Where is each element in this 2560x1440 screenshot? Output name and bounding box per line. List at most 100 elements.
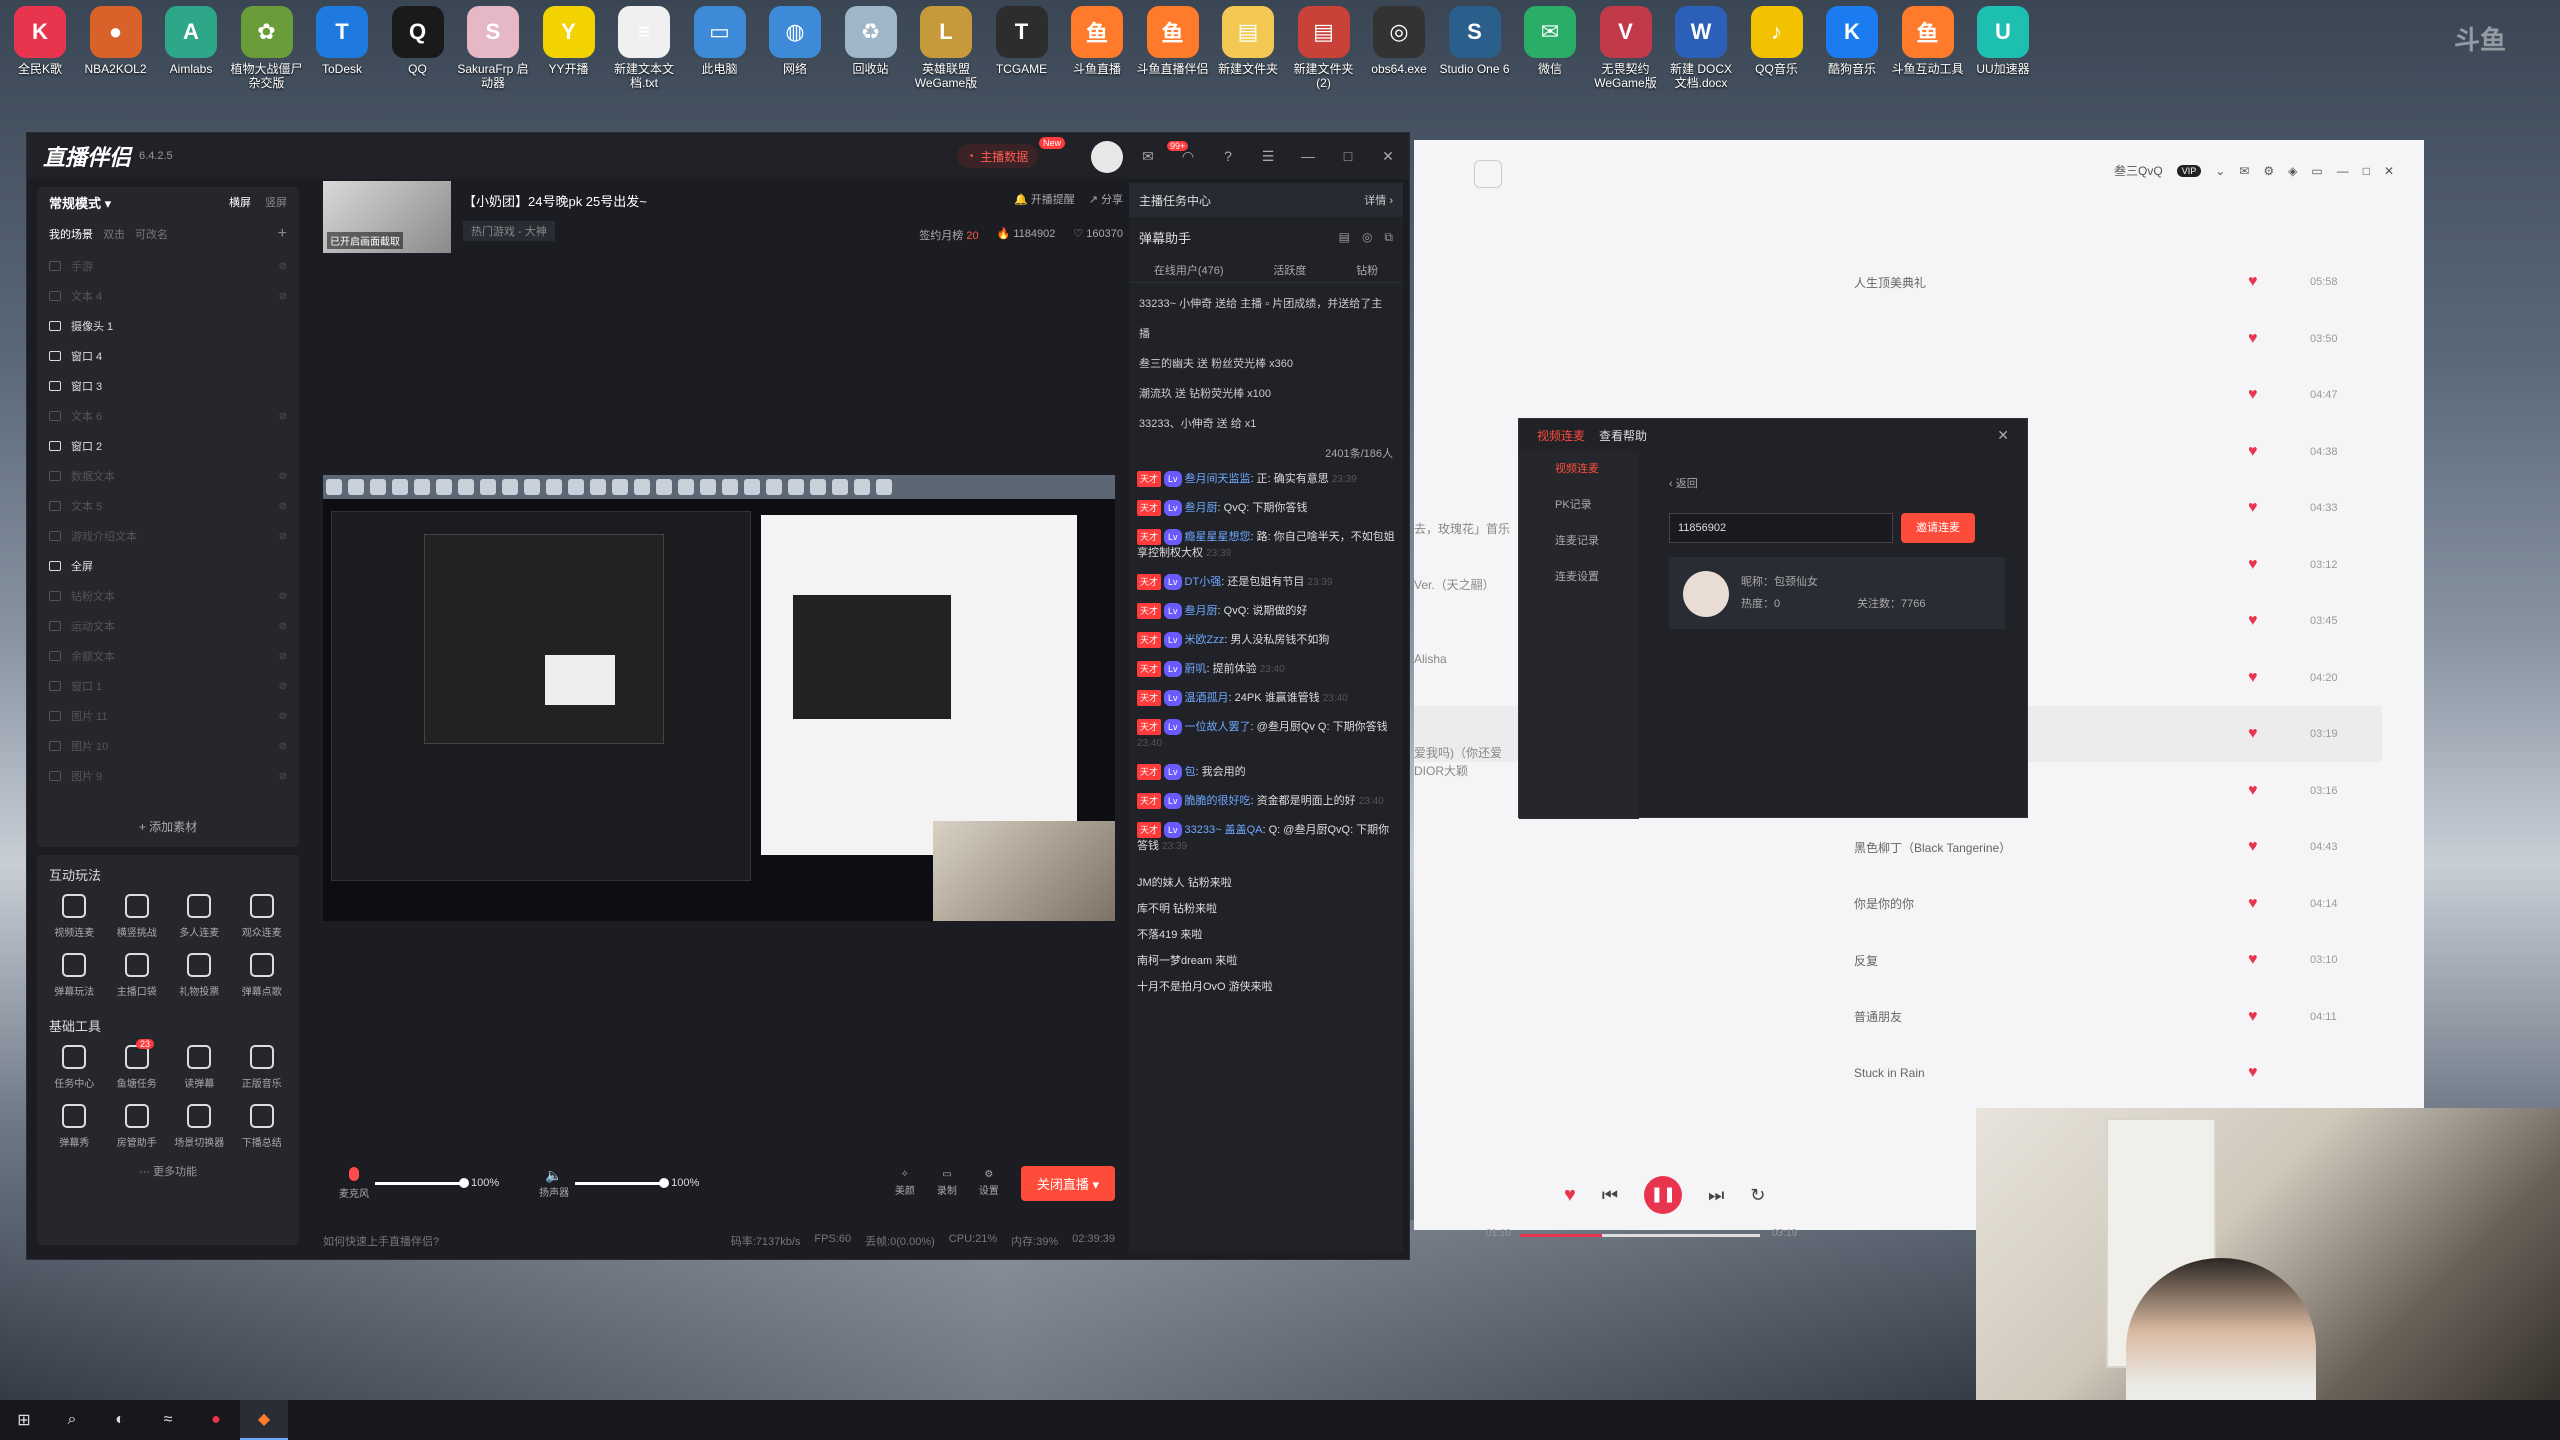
beauty-button[interactable]: ✧ 美颜 <box>895 1169 915 1197</box>
hidden-eye-icon[interactable]: ⊘ <box>279 471 287 482</box>
desktop-icon[interactable]: L 英雄联盟 WeGame版 <box>910 6 982 90</box>
hidden-eye-icon[interactable]: ⊘ <box>279 621 287 632</box>
side-pk-records[interactable]: PK记录 <box>1519 487 1639 523</box>
mini-mode-icon[interactable]: ▭ <box>2311 164 2322 178</box>
menu-icon[interactable]: ☰ <box>1259 147 1277 165</box>
room-category[interactable]: 热门游戏 - 大神 <box>463 221 555 241</box>
source-item[interactable]: 手游 ⊘ <box>49 251 287 281</box>
settings-button[interactable]: ⚙ 设置 <box>979 1169 999 1197</box>
desktop-icon[interactable]: T ToDesk <box>306 6 378 76</box>
skin-icon[interactable]: ◈ <box>2288 164 2297 178</box>
task-details-link[interactable]: 详情 › <box>1364 192 1393 208</box>
room-id-input[interactable] <box>1669 513 1893 543</box>
hidden-eye-icon[interactable]: ⊘ <box>279 771 287 782</box>
chat-message[interactable]: 天才 Lv 脆脆的很好吃: 资金都是明面上的好 23:40 <box>1137 787 1395 816</box>
hidden-eye-icon[interactable]: ⊘ <box>279 711 287 722</box>
popout-icon[interactable]: ⧉ <box>1384 230 1393 245</box>
tab-rename[interactable]: 可改名 <box>135 226 168 242</box>
progress-bar[interactable] <box>1520 1234 1760 1237</box>
desktop-icon[interactable]: ▤ 新建文件夹 <box>1212 6 1284 76</box>
desktop-icon[interactable]: S Studio One 6 <box>1439 6 1511 76</box>
heart-icon[interactable]: ♥ <box>2248 443 2258 461</box>
share-button[interactable]: ↗ 分享 <box>1089 191 1123 207</box>
source-item[interactable]: 图片 9 ⊘ <box>49 761 287 791</box>
song-row[interactable]: ♥ 04:47 <box>1414 367 2382 423</box>
mic-button[interactable]: 麦克风 <box>339 1166 369 1200</box>
hidden-eye-icon[interactable]: ⊘ <box>279 261 287 272</box>
interact-tool[interactable]: 多人连麦 <box>168 894 231 939</box>
search-icon[interactable]: ⌕ <box>48 1400 96 1440</box>
invite-button[interactable]: 邀请连麦 <box>1901 513 1975 543</box>
tab-activity[interactable]: 活跃度 <box>1273 262 1306 278</box>
hidden-eye-icon[interactable]: ⊘ <box>279 741 287 752</box>
source-item[interactable]: 数据文本 ⊘ <box>49 461 287 491</box>
source-item[interactable]: 窗口 3 <box>49 371 287 401</box>
edge-icon[interactable]: ◐ <box>96 1400 144 1440</box>
search-result-card[interactable]: 昵称：包颈仙女 热度：0 关注数：7766 <box>1669 557 2005 629</box>
maximize-icon[interactable]: □ <box>1339 147 1357 165</box>
chat-message[interactable]: 天才 Lv 包: 我会用的 <box>1137 758 1395 787</box>
desktop-icon[interactable]: 鱼斗鱼直播 <box>1061 6 1133 76</box>
maximize-icon[interactable]: □ <box>2363 164 2370 178</box>
source-item[interactable]: 摄像头 1 <box>49 311 287 341</box>
song-row[interactable]: 你是你的你 ♥ 04:14 <box>1414 876 2382 932</box>
heart-icon[interactable]: ♥ <box>2248 895 2258 913</box>
tab-video-link[interactable]: 视频连麦 <box>1537 427 1585 444</box>
remind-button[interactable]: 🔔 开播提醒 <box>1014 191 1075 207</box>
source-item[interactable]: 余额文本 ⊘ <box>49 641 287 671</box>
heart-icon[interactable]: ♥ <box>2248 612 2258 630</box>
stream-preview[interactable] <box>323 475 1115 921</box>
heart-icon[interactable]: ♥ <box>2248 556 2258 574</box>
interact-tool[interactable]: 礼物投票 <box>168 953 231 998</box>
next-icon[interactable]: ⏭ <box>1708 1185 1724 1206</box>
heart-icon[interactable]: ♥ <box>2248 725 2258 743</box>
song-row[interactable]: 人生顶美典礼 ♥ 05:58 <box>1414 254 2382 310</box>
source-item[interactable]: 图片 10 ⊘ <box>49 731 287 761</box>
basic-tool[interactable]: 正版音乐 <box>231 1045 294 1090</box>
desktop-icon[interactable]: A Aimlabs <box>155 6 227 76</box>
hidden-eye-icon[interactable]: ⊘ <box>279 531 287 542</box>
loop-icon[interactable]: ↻ <box>1750 1185 1765 1206</box>
desktop-icon[interactable]: ≡ 新建文本文档.txt <box>608 6 680 90</box>
source-item[interactable]: 窗口 2 <box>49 431 287 461</box>
minimize-icon[interactable]: — <box>1299 147 1317 165</box>
interact-tool[interactable]: 观众连麦 <box>231 894 294 939</box>
chat-message[interactable]: 天才 Lv DT小强: 还是包姐有节目 23:39 <box>1137 568 1395 597</box>
basic-tool[interactable]: 场景切换器 <box>168 1104 231 1149</box>
source-item[interactable]: 运动文本 ⊘ <box>49 611 287 641</box>
mic-volume-slider[interactable] <box>375 1177 469 1188</box>
basic-tool[interactable]: 读弹幕 <box>168 1045 231 1090</box>
desktop-icon[interactable]: ◎ obs64.exe <box>1363 6 1435 76</box>
side-link-records[interactable]: 连麦记录 <box>1519 523 1639 559</box>
chevron-down-icon[interactable]: ⌄ <box>2215 164 2225 178</box>
hidden-eye-icon[interactable]: ⊘ <box>279 651 287 662</box>
desktop-icon[interactable]: U UU加速器 <box>1967 6 2039 76</box>
source-item[interactable]: 文本 5 ⊘ <box>49 491 287 521</box>
minimize-icon[interactable]: — <box>2337 164 2349 178</box>
basic-tool[interactable]: 23 鱼塘任务 <box>106 1039 169 1090</box>
source-item[interactable]: 图片 11 ⊘ <box>49 701 287 731</box>
chat-message[interactable]: 天才 Lv 蔚叽: 提前体验 23:40 <box>1137 655 1395 684</box>
hidden-eye-icon[interactable]: ⊘ <box>279 591 287 602</box>
close-icon[interactable]: ✕ <box>1379 147 1397 165</box>
headset-icon[interactable]: ◠ <box>1179 147 1197 165</box>
source-item[interactable]: 窗口 4 <box>49 341 287 371</box>
hidden-eye-icon[interactable]: ⊘ <box>279 291 287 302</box>
desktop-icon[interactable]: T TCGAME <box>986 6 1058 76</box>
source-item[interactable]: 文本 6 ⊘ <box>49 401 287 431</box>
hidden-eye-icon[interactable]: ⊘ <box>279 501 287 512</box>
basic-tool[interactable]: 任务中心 <box>43 1045 106 1090</box>
source-item[interactable]: 文本 4 ⊘ <box>49 281 287 311</box>
desktop-icon[interactable]: ♪ QQ音乐 <box>1741 6 1813 76</box>
studio-icon[interactable]: ≈ <box>144 1400 192 1440</box>
source-item[interactable]: 钻粉文本 ⊘ <box>49 581 287 611</box>
start-icon[interactable]: ⊞ <box>0 1400 48 1440</box>
interact-tool[interactable]: 弹幕玩法 <box>43 953 106 998</box>
hidden-eye-icon[interactable]: ⊘ <box>279 681 287 692</box>
speaker-volume-slider[interactable] <box>575 1177 670 1188</box>
source-item[interactable]: 游戏介绍文本 ⊘ <box>49 521 287 551</box>
avatar[interactable] <box>1091 141 1123 173</box>
desktop-icon[interactable]: ● NBA2KOL2 <box>80 6 152 76</box>
heart-icon[interactable]: ♥ <box>2248 951 2258 969</box>
song-row[interactable]: 黑色柳丁（Black Tangerine） ♥ 04:43 <box>1414 819 2382 875</box>
